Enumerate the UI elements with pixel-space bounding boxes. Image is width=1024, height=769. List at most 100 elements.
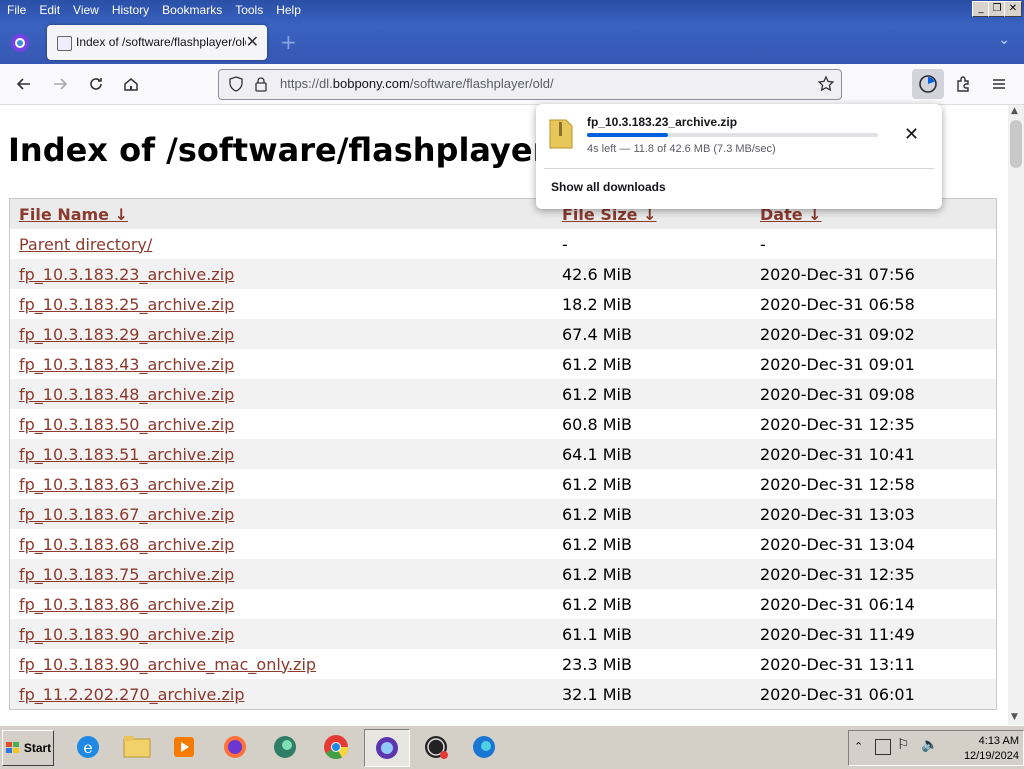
menu-edit[interactable]: Edit bbox=[32, 0, 66, 20]
star-icon[interactable] bbox=[817, 75, 835, 93]
file-size-cell: 61.2 MiB bbox=[553, 559, 751, 589]
file-link[interactable]: fp_10.3.183.75_archive.zip bbox=[19, 565, 234, 584]
chevron-up-icon[interactable]: ⌃ bbox=[854, 740, 863, 753]
file-link[interactable]: fp_10.3.183.67_archive.zip bbox=[19, 505, 234, 524]
obs-icon bbox=[425, 736, 448, 759]
close-window-button[interactable]: ✕ bbox=[1004, 1, 1022, 17]
file-link[interactable]: fp_10.3.183.90_archive_mac_only.zip bbox=[19, 655, 316, 674]
page-title: Index of /software/flashplayer/old/ bbox=[8, 131, 628, 169]
forward-button[interactable] bbox=[48, 72, 72, 96]
file-link[interactable]: fp_10.3.183.51_archive.zip bbox=[19, 445, 234, 464]
taskbar-media-player[interactable] bbox=[162, 729, 206, 765]
chevron-down-icon[interactable]: ⌄ bbox=[998, 32, 1010, 48]
file-size-cell: 64.1 MiB bbox=[553, 439, 751, 469]
arrow-right-icon bbox=[54, 78, 68, 90]
file-name-cell: fp_10.3.183.51_archive.zip bbox=[9, 439, 553, 469]
menu-tools[interactable]: Tools bbox=[228, 0, 269, 20]
file-date-cell: 2020-Dec-31 06:01 bbox=[751, 679, 997, 710]
file-size-cell: 61.2 MiB bbox=[553, 379, 751, 409]
menu-button[interactable] bbox=[987, 72, 1011, 96]
file-size-cell: 18.2 MiB bbox=[562, 294, 632, 314]
file-size-cell: 61.1 MiB bbox=[553, 619, 751, 649]
flag-icon[interactable]: ⚐ bbox=[897, 737, 910, 753]
url-text[interactable]: https://dl.bobpony.com/software/flashpla… bbox=[280, 76, 554, 91]
vertical-scrollbar[interactable] bbox=[1008, 105, 1024, 725]
reload-button[interactable] bbox=[84, 72, 108, 96]
file-link[interactable]: fp_10.3.183.43_archive.zip bbox=[19, 355, 234, 374]
file-date-cell: 2020-Dec-31 13:11 bbox=[760, 654, 915, 674]
home-button[interactable] bbox=[119, 72, 143, 96]
home-icon bbox=[124, 78, 138, 91]
taskbar-edge-beta[interactable] bbox=[263, 729, 307, 765]
title-bar: File Edit View History Bookmarks Tools H… bbox=[0, 0, 1024, 64]
menu-bar: File Edit View History Bookmarks Tools H… bbox=[0, 0, 307, 20]
file-link[interactable]: fp_10.3.183.23_archive.zip bbox=[19, 265, 234, 284]
tab-active[interactable]: Index of /software/flashplayer/old/ ✕ bbox=[47, 25, 267, 60]
taskbar-obs[interactable] bbox=[414, 729, 458, 765]
file-date-cell: 2020-Dec-31 07:56 bbox=[751, 259, 997, 289]
clock[interactable]: 4:13 AM 12/19/2024 bbox=[949, 734, 1019, 764]
file-date-cell: 2020-Dec-31 11:49 bbox=[751, 619, 997, 649]
file-link[interactable]: fp_10.3.183.29_archive.zip bbox=[19, 325, 234, 344]
shield-icon[interactable] bbox=[228, 76, 244, 92]
menu-help[interactable]: Help bbox=[269, 0, 307, 20]
menu-file[interactable]: File bbox=[0, 0, 32, 20]
scroll-up-icon[interactable]: ▲ bbox=[1011, 106, 1018, 116]
file-name-cell: fp_10.3.183.90_archive.zip bbox=[9, 619, 553, 649]
show-all-downloads-button[interactable]: Show all downloads bbox=[551, 180, 666, 194]
taskbar-internet-explorer[interactable]: e bbox=[66, 729, 110, 765]
firefox-view-icon[interactable] bbox=[9, 32, 31, 54]
hamburger-icon bbox=[993, 79, 1005, 89]
table-row: fp_10.3.183.48_archive.zip 61.2 MiB 2020-D… bbox=[9, 379, 997, 409]
menu-view[interactable]: View bbox=[66, 0, 105, 20]
file-link[interactable]: fp_10.3.183.90_archive.zip bbox=[19, 625, 234, 644]
close-icon[interactable]: ✕ bbox=[246, 32, 259, 51]
internet-explorer-icon: e bbox=[77, 736, 99, 758]
file-link[interactable]: fp_10.3.183.86_archive.zip bbox=[19, 595, 234, 614]
file-date-cell: 2020-Dec-31 06:14 bbox=[760, 594, 915, 614]
file-date-cell: 2020-Dec-31 10:41 bbox=[751, 439, 997, 469]
firefox-nightly-icon bbox=[376, 737, 398, 759]
menu-history[interactable]: History bbox=[105, 0, 155, 20]
start-button[interactable]: Start bbox=[2, 730, 54, 766]
scroll-down-icon[interactable]: ▼ bbox=[1011, 712, 1018, 722]
volume-icon[interactable]: 🔈 bbox=[921, 737, 938, 753]
file-name-cell: fp_10.3.183.68_archive.zip bbox=[10, 529, 554, 559]
back-button[interactable] bbox=[12, 72, 36, 96]
file-link[interactable]: fp_10.3.183.25_archive.zip bbox=[19, 295, 234, 314]
extensions-button[interactable] bbox=[952, 72, 976, 96]
lock-icon[interactable] bbox=[254, 76, 268, 92]
file-link[interactable]: fp_10.3.183.48_archive.zip bbox=[19, 385, 234, 404]
file-link[interactable]: fp_10.3.183.50_archive.zip bbox=[19, 415, 234, 434]
network-icon[interactable] bbox=[875, 739, 891, 755]
downloads-button[interactable] bbox=[912, 69, 944, 99]
address-bar[interactable]: https://dl.bobpony.com/software/flashpla… bbox=[218, 69, 842, 100]
file-date-cell: 2020-Dec-31 09:08 bbox=[751, 379, 997, 409]
file-table: File Name ↓ File Size ↓ Date ↓ Parent di… bbox=[9, 198, 997, 710]
firefox-icon bbox=[224, 736, 246, 758]
new-tab-button[interactable]: + bbox=[280, 30, 297, 54]
file-name-cell: fp_10.3.183.48_archive.zip bbox=[9, 379, 553, 409]
taskbar-firefox[interactable] bbox=[213, 729, 257, 765]
cancel-download-icon[interactable]: ✕ bbox=[904, 124, 919, 145]
file-link[interactable]: Parent directory/ bbox=[19, 235, 152, 254]
file-link[interactable]: fp_10.3.183.63_archive.zip bbox=[19, 475, 234, 494]
download-file-name[interactable]: fp_10.3.183.23_archive.zip bbox=[587, 115, 737, 129]
clock-date: 12/19/2024 bbox=[963, 750, 1019, 762]
file-name-cell: Parent directory/ bbox=[10, 229, 554, 259]
svg-text:e: e bbox=[83, 738, 92, 757]
windows-logo-icon bbox=[5, 742, 19, 753]
puzzle-icon bbox=[957, 76, 969, 92]
file-link[interactable]: fp_10.3.183.68_archive.zip bbox=[19, 535, 234, 554]
taskbar-firefox-nightly[interactable] bbox=[364, 729, 410, 767]
taskbar-chrome[interactable] bbox=[314, 729, 358, 765]
scrollbar-thumb[interactable] bbox=[1010, 120, 1022, 168]
taskbar-edge[interactable] bbox=[462, 729, 506, 765]
navigation-bar: https://dl.bobpony.com/software/flashpla… bbox=[0, 64, 1024, 105]
table-row: Parent directory/ - - bbox=[10, 229, 997, 259]
taskbar-file-explorer[interactable] bbox=[115, 729, 159, 765]
file-name-cell: fp_10.3.183.90_archive_mac_only.zip bbox=[10, 649, 554, 679]
sort-by-name-link[interactable]: File Name ↓ bbox=[19, 205, 128, 224]
menu-bookmarks[interactable]: Bookmarks bbox=[155, 0, 228, 20]
file-link[interactable]: fp_11.2.202.270_archive.zip bbox=[19, 685, 244, 704]
